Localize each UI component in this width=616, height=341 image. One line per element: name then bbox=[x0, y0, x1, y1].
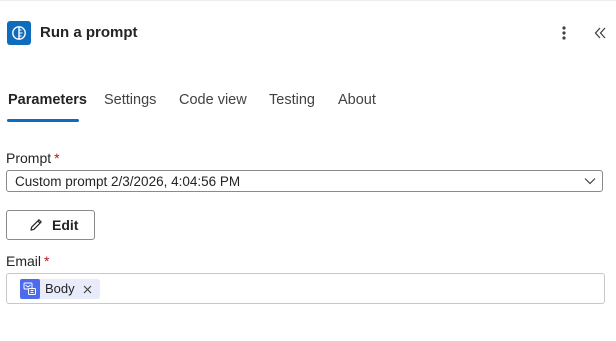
ai-prompt-icon bbox=[7, 21, 31, 45]
prompt-dropdown[interactable]: Custom prompt 2/3/2026, 4:04:56 PM bbox=[6, 170, 603, 192]
email-label: Email * bbox=[6, 253, 50, 269]
more-options-button[interactable] bbox=[554, 22, 574, 44]
prompt-label: Prompt * bbox=[6, 150, 60, 166]
dynamic-content-icon bbox=[20, 279, 40, 299]
edit-button[interactable]: Edit bbox=[6, 210, 95, 240]
close-icon bbox=[83, 285, 92, 293]
body-token[interactable]: Body bbox=[20, 279, 100, 299]
chevron-down-icon bbox=[584, 178, 596, 185]
tab-testing[interactable]: Testing bbox=[269, 88, 315, 124]
more-vertical-icon bbox=[562, 26, 566, 40]
active-tab-indicator bbox=[7, 119, 79, 122]
tab-about[interactable]: About bbox=[338, 88, 376, 124]
tab-code-view[interactable]: Code view bbox=[179, 88, 247, 124]
token-label: Body bbox=[45, 281, 75, 296]
collapse-panel-button[interactable] bbox=[590, 22, 610, 44]
pencil-icon bbox=[30, 219, 42, 231]
required-marker: * bbox=[54, 150, 60, 166]
edit-button-label: Edit bbox=[52, 217, 79, 233]
prompt-selected-value: Custom prompt 2/3/2026, 4:04:56 PM bbox=[15, 174, 241, 189]
required-marker: * bbox=[44, 253, 50, 269]
double-chevron-left-icon bbox=[594, 27, 606, 39]
email-input[interactable]: Body bbox=[6, 273, 605, 304]
tab-settings[interactable]: Settings bbox=[104, 88, 156, 124]
run-a-prompt-panel: Run a prompt Parameters Settings Code vi… bbox=[0, 0, 616, 341]
remove-token-button[interactable] bbox=[83, 284, 93, 294]
tab-list: Parameters Settings Code view Testing Ab… bbox=[0, 88, 616, 124]
panel-title: Run a prompt bbox=[40, 24, 138, 41]
top-divider bbox=[0, 0, 616, 1]
